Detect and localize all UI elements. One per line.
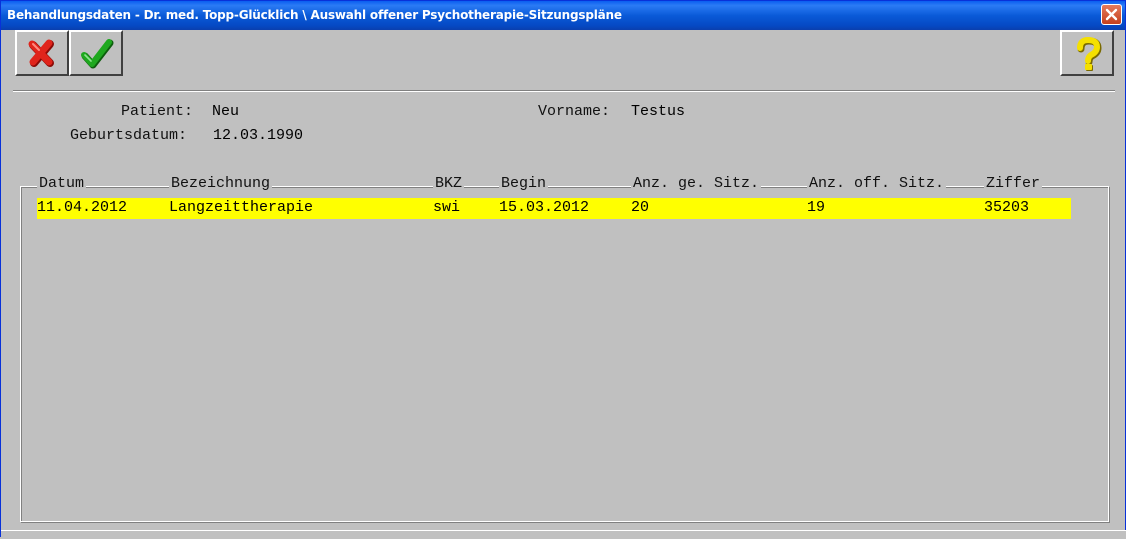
table-cell-bezeichnung: Langzeittherapie [169,199,314,216]
geburtsdatum-label: Geburtsdatum: [70,127,188,144]
close-icon [1105,8,1118,21]
column-header-anz-off-sitz[interactable]: Anz. off. Sitz. [807,175,947,193]
geburtsdatum-value: 12.03.1990 [213,127,304,144]
column-header-bkz[interactable]: BKZ [433,175,465,193]
status-bar [1,530,1126,539]
table-cell-bkz: swi [433,199,461,216]
column-header-datum[interactable]: Datum [37,175,87,193]
column-header-begin[interactable]: Begin [499,175,549,193]
column-header-ziffer[interactable]: Ziffer [984,175,1043,193]
window-title: Behandlungsdaten - Dr. med. Topp-Glückli… [7,8,622,22]
toolbar-separator [13,90,1115,92]
red-x-icon [28,39,54,67]
table-cell-anz-ge-sitz: 20 [631,199,650,216]
window: Behandlungsdaten - Dr. med. Topp-Glückli… [0,0,1126,539]
session-plan-list[interactable] [20,186,1109,522]
table-cell-datum: 11.04.2012 [37,199,128,216]
help-button[interactable] [1060,30,1114,76]
patient-label: Patient: [121,103,194,120]
yellow-question-icon [1077,36,1102,71]
column-header-bezeichnung[interactable]: Bezeichnung [169,175,273,193]
patient-value: Neu [212,103,240,120]
table-cell-ziffer: 35203 [984,199,1030,216]
confirm-button[interactable] [69,30,123,76]
vorname-label: Vorname: [538,103,611,120]
window-close-button[interactable] [1101,4,1122,25]
column-header-anz-ge-sitz[interactable]: Anz. ge. Sitz. [631,175,762,193]
cancel-button[interactable] [15,30,69,76]
table-cell-anz-off-sitz: 19 [807,199,826,216]
green-check-icon [81,39,114,69]
title-bar: Behandlungsdaten - Dr. med. Topp-Glückli… [1,1,1125,30]
table-cell-begin: 15.03.2012 [499,199,590,216]
vorname-value: Testus [631,103,686,120]
